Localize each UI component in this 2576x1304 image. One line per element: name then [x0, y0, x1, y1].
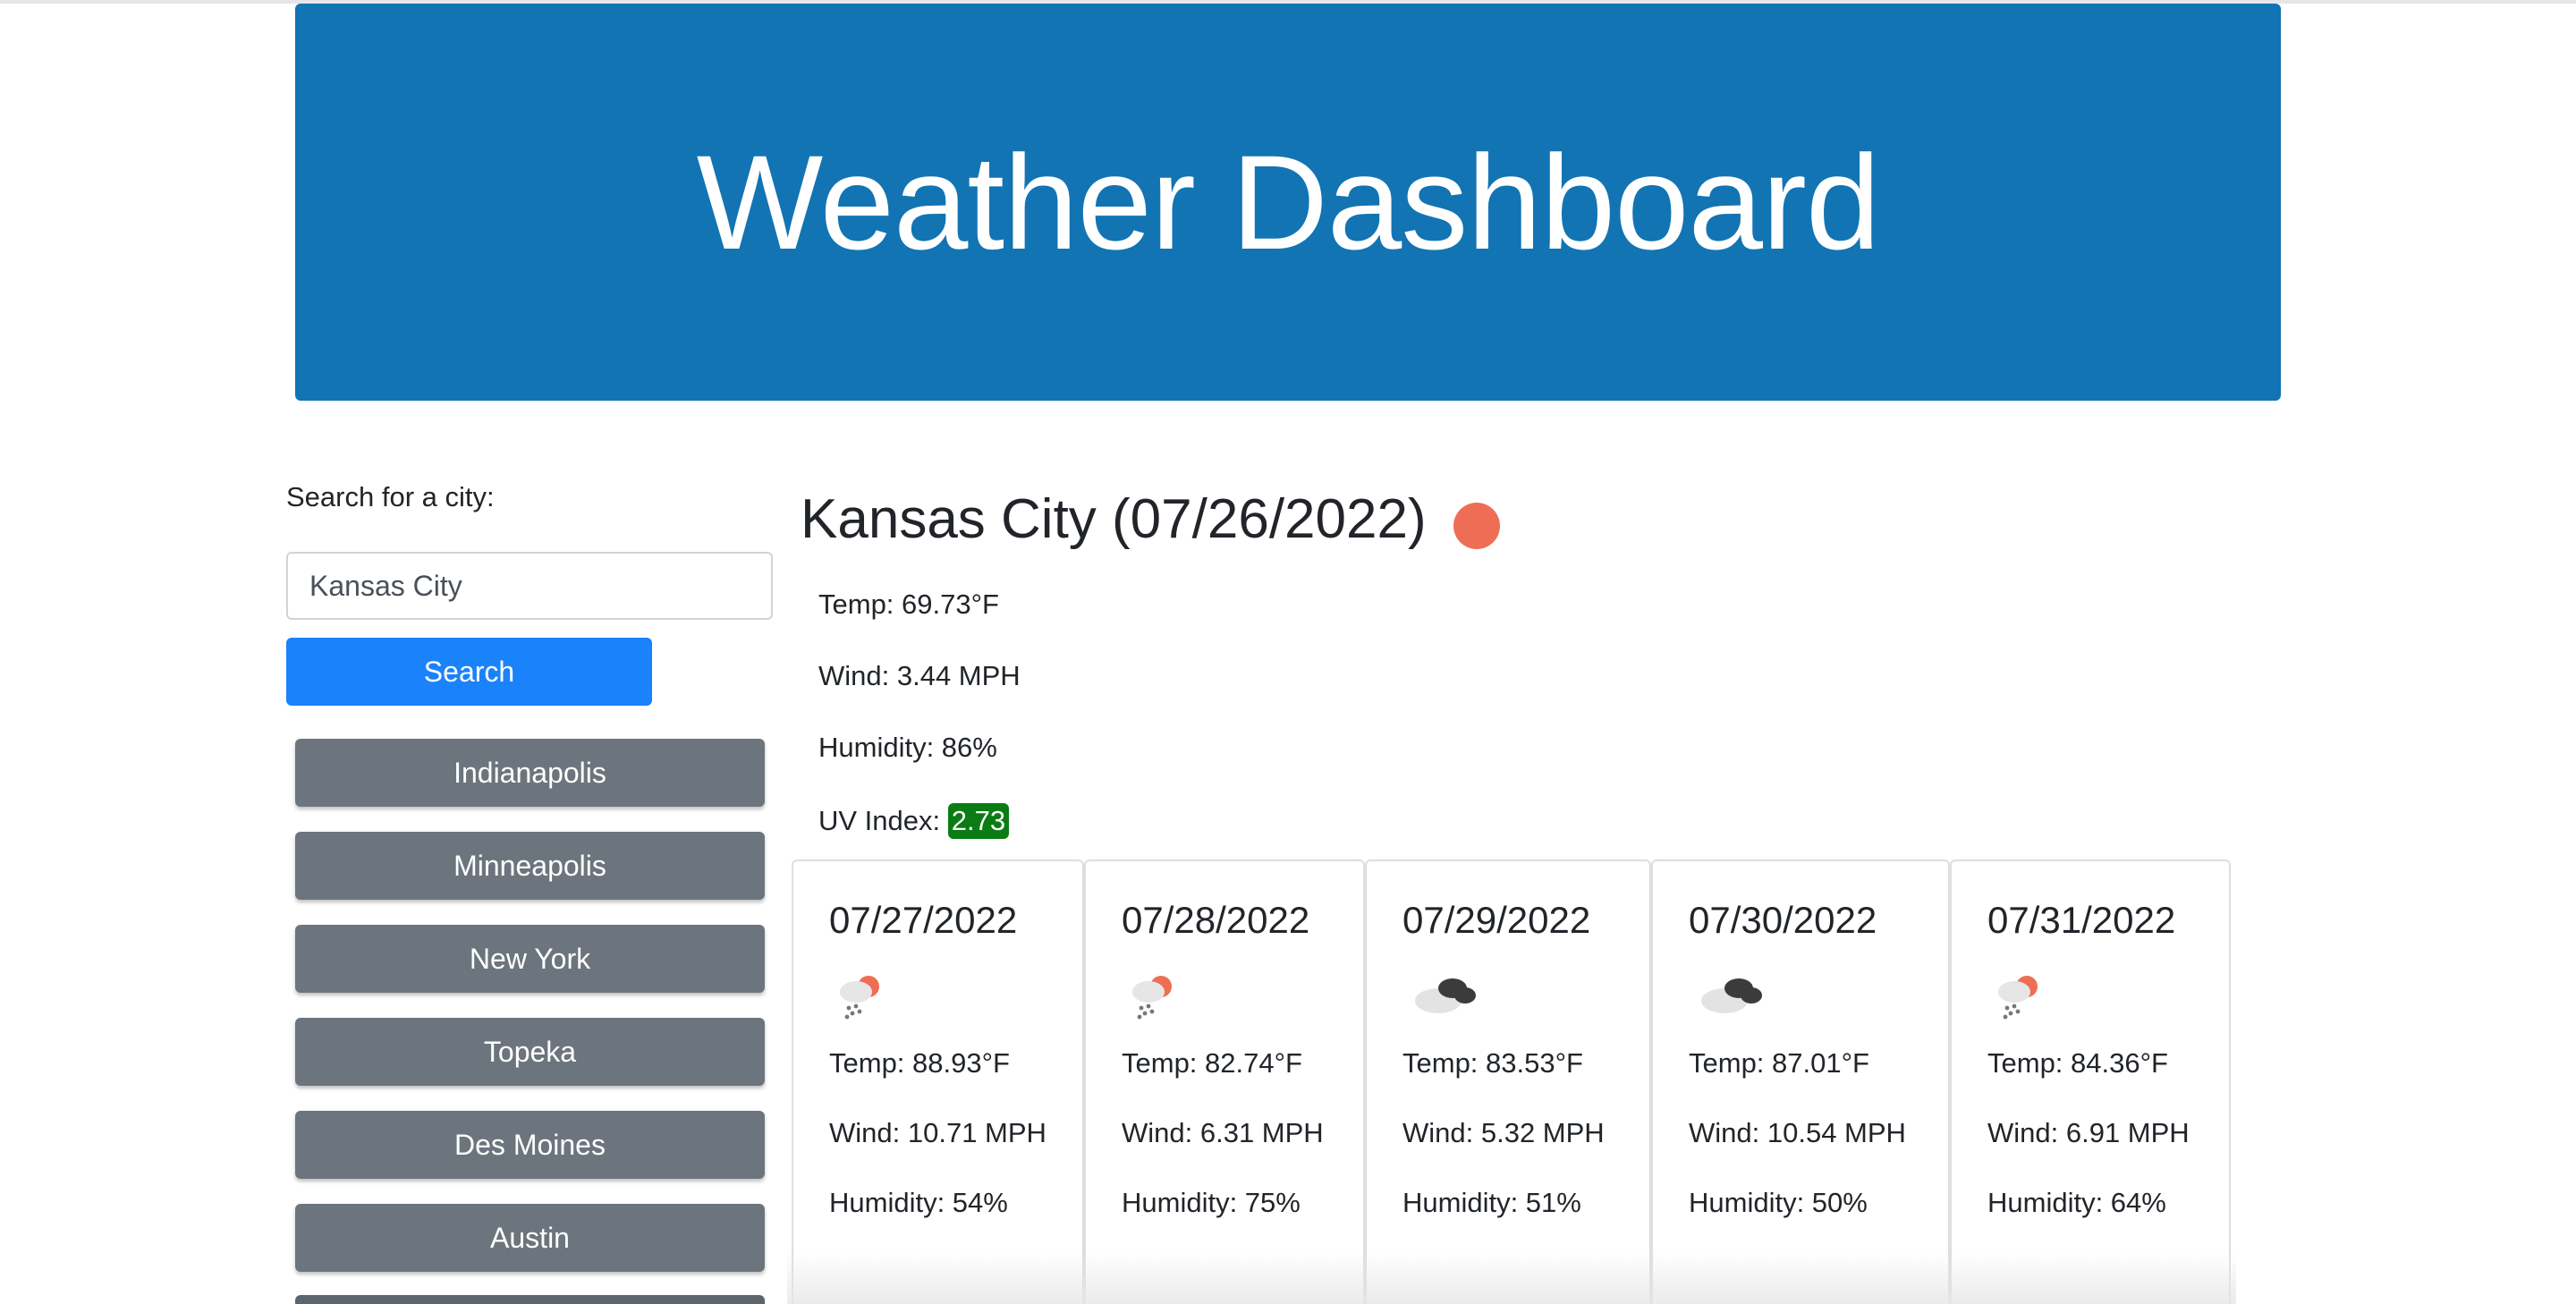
page-title: Weather Dashboard [696, 126, 1881, 277]
current-uv-index: UV Index: 2.73 [818, 803, 1010, 839]
forecast-humidity: Humidity: 75% [1122, 1187, 1301, 1218]
rain-sun-icon [1987, 969, 2229, 1024]
forecast-temp: Temp: 87.01°F [1689, 1047, 1869, 1079]
sun-icon [1453, 502, 1500, 549]
forecast-date: 07/29/2022 [1402, 899, 1591, 941]
page: Weather Dashboard Search for a city: Sea… [0, 0, 2576, 1304]
broken-clouds-icon [1402, 969, 1649, 1024]
city-search-input[interactable] [286, 552, 773, 620]
forecast-card: 07/30/2022 Temp: 87.01°F Wind: 10.54 MPH… [1651, 859, 1950, 1304]
forecast-temp: Temp: 84.36°F [1987, 1047, 2168, 1079]
history-city-button[interactable]: Indianapolis [295, 739, 765, 807]
rain-sun-icon [829, 969, 1082, 1024]
forecast-card: 07/27/2022 Temp: 88.93°F Wind: 10.71 MPH… [792, 859, 1084, 1304]
current-temp: Temp: 69.73°F [818, 588, 999, 620]
history-city-button[interactable]: Austin [295, 1204, 765, 1272]
forecast-temp: Temp: 88.93°F [829, 1047, 1010, 1079]
forecast-temp: Temp: 82.74°F [1122, 1047, 1302, 1079]
rain-sun-icon [1122, 969, 1363, 1024]
bottom-shadow [787, 1252, 2236, 1304]
history-city-button-partial[interactable] [295, 1295, 765, 1304]
current-wind: Wind: 3.44 MPH [818, 660, 1021, 691]
forecast-humidity: Humidity: 64% [1987, 1187, 2166, 1218]
search-label: Search for a city: [286, 481, 495, 512]
forecast-card: 07/29/2022 Temp: 83.53°F Wind: 5.32 MPH … [1365, 859, 1651, 1304]
forecast-wind: Wind: 6.31 MPH [1122, 1117, 1324, 1148]
forecast-wind: Wind: 6.91 MPH [1987, 1117, 2190, 1148]
current-city-date: Kansas City (07/26/2022) [801, 488, 1427, 550]
search-button[interactable]: Search [286, 638, 652, 706]
forecast-temp: Temp: 83.53°F [1402, 1047, 1583, 1079]
forecast-date: 07/30/2022 [1689, 899, 1877, 941]
forecast-card: 07/28/2022 Temp: 82.74°F Wind: 6.31 MPH … [1084, 859, 1365, 1304]
forecast-wind: Wind: 10.54 MPH [1689, 1117, 1906, 1148]
history-city-button[interactable]: Minneapolis [295, 832, 765, 900]
header-banner: Weather Dashboard [295, 4, 2281, 401]
forecast-humidity: Humidity: 51% [1402, 1187, 1581, 1218]
current-humidity: Humidity: 86% [818, 732, 997, 763]
search-history-list: Indianapolis Minneapolis New York Topeka… [295, 739, 765, 1297]
broken-clouds-icon [1689, 969, 1948, 1024]
forecast-humidity: Humidity: 54% [829, 1187, 1008, 1218]
forecast-date: 07/31/2022 [1987, 899, 2176, 941]
history-city-button[interactable]: New York [295, 925, 765, 993]
current-weather-title: Kansas City (07/26/2022) [801, 487, 1500, 551]
uv-index-badge: 2.73 [947, 803, 1010, 839]
forecast-card: 07/31/2022 Temp: 84.36°F Wind: 6.91 MPH … [1950, 859, 2231, 1304]
history-city-button[interactable]: Des Moines [295, 1111, 765, 1179]
history-city-button[interactable]: Topeka [295, 1018, 765, 1086]
forecast-date: 07/28/2022 [1122, 899, 1310, 941]
forecast-wind: Wind: 10.71 MPH [829, 1117, 1046, 1148]
forecast-wind: Wind: 5.32 MPH [1402, 1117, 1605, 1148]
forecast-humidity: Humidity: 50% [1689, 1187, 1868, 1218]
forecast-date: 07/27/2022 [829, 899, 1018, 941]
uv-label: UV Index: [818, 805, 948, 836]
